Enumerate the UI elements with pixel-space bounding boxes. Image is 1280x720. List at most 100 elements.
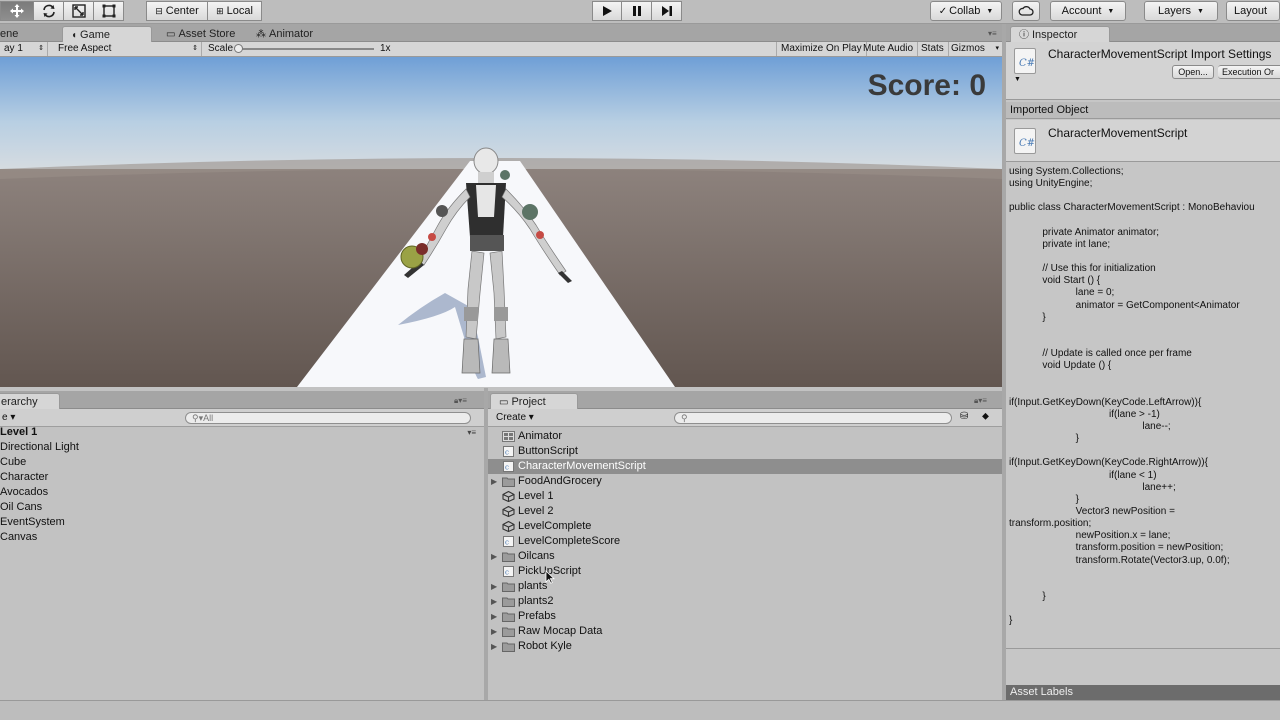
step-button[interactable] (652, 1, 682, 21)
folder-icon (502, 627, 515, 637)
svg-text:c: c (505, 569, 509, 577)
asset-labels-label: Asset Labels (1010, 686, 1073, 698)
code-line: transform.Rotate(Vector3.up, 0.0f); (1009, 554, 1230, 566)
tab-game[interactable]: ◖ Game (62, 26, 152, 42)
project-item[interactable]: ▶ plants2 (488, 594, 1002, 609)
expand-arrow-icon[interactable]: ▶ (491, 609, 497, 624)
maximize-on-play-toggle[interactable]: Maximize On Play (776, 42, 867, 56)
scale-tool-button[interactable] (64, 1, 94, 21)
panel-menu-icon[interactable]: ▾≡ (988, 29, 997, 38)
tab-hierarchy-label: erarchy (1, 396, 38, 408)
project-create-dropdown[interactable]: Create ▾ (492, 411, 538, 425)
tab-project[interactable]: ▭ Project (490, 393, 578, 409)
project-search-input[interactable]: ⚲ (674, 412, 952, 424)
csharp-script-icon: c (503, 566, 514, 577)
lock-icon[interactable]: 🔒︎▾≡ (974, 396, 987, 406)
move-tool-button[interactable] (0, 1, 34, 21)
asset-labels-bar[interactable]: Asset Labels (1006, 685, 1280, 700)
code-line: private int lane; (1009, 238, 1111, 250)
chevron-down-icon[interactable]: ▼ (1014, 76, 1021, 83)
csharp-file-icon: C# (1014, 128, 1036, 154)
display-dropdown[interactable]: ay 1 ⇕ (0, 42, 48, 56)
scale-label: Scale (208, 43, 234, 54)
pause-button[interactable] (622, 1, 652, 21)
code-line: private Animator animator; (1009, 226, 1160, 238)
stats-toggle[interactable]: Stats (917, 42, 949, 56)
hierarchy-create-dropdown[interactable]: e ▾ (0, 411, 19, 425)
hierarchy-search-input[interactable]: ⚲▾All (185, 412, 471, 424)
project-tab-strip: ▭ Project 🔒︎▾≡ (488, 391, 1002, 409)
scale-slider-track[interactable] (236, 48, 374, 50)
hierarchy-item[interactable]: Directional Light (0, 440, 79, 455)
lock-icon[interactable]: 🔒︎▾≡ (454, 396, 467, 406)
project-item[interactable]: Level 1 (488, 489, 1002, 504)
pivot-rotation-button[interactable]: ⊞ Local (208, 1, 262, 21)
imported-object-header-row: C# CharacterMovementScript (1006, 120, 1280, 162)
layers-dropdown[interactable]: Layers ▼ (1144, 1, 1218, 21)
hierarchy-item[interactable]: EventSystem (0, 515, 65, 530)
project-item[interactable]: c LevelCompleteScore (488, 534, 1002, 549)
tab-animator[interactable]: ⁂ Animator (248, 26, 321, 42)
play-button[interactable] (592, 1, 622, 21)
open-button[interactable]: Open... (1172, 65, 1214, 79)
search-icon: ⚲ (681, 413, 688, 423)
execution-order-button[interactable]: Execution Or (1218, 65, 1280, 79)
hierarchy-item[interactable]: Canvas (0, 530, 37, 545)
project-item[interactable]: c ButtonScript (488, 444, 1002, 459)
layout-dropdown[interactable]: Layout (1226, 1, 1280, 21)
project-item[interactable]: ▶ Prefabs (488, 609, 1002, 624)
project-item[interactable]: LevelComplete (488, 519, 1002, 534)
project-item[interactable]: ▶ Robot Kyle (488, 639, 1002, 654)
filter-by-label-icon[interactable]: ⬥ (982, 411, 989, 422)
expand-arrow-icon[interactable]: ▶ (491, 594, 497, 609)
pivot-icon: ⊟ (155, 5, 163, 16)
unity-scene-icon (502, 491, 515, 502)
project-item[interactable]: ▶ Oilcans (488, 549, 1002, 564)
tab-scene[interactable]: ene (0, 26, 26, 42)
hierarchy-item[interactable]: Oil Cans (0, 500, 42, 515)
cloud-services-button[interactable] (1012, 1, 1040, 21)
display-label: ay 1 (4, 43, 23, 54)
aspect-dropdown[interactable]: Free Aspect ⇕ (54, 42, 202, 56)
play-icon (603, 6, 612, 16)
rotate-tool-button[interactable] (34, 1, 64, 21)
expand-arrow-icon[interactable]: ▶ (491, 579, 497, 594)
project-item[interactable]: ▶ FoodAndGrocery (488, 474, 1002, 489)
gizmos-dropdown[interactable]: Gizmos ▾ (947, 42, 1002, 56)
hierarchy-item[interactable]: Cube (0, 455, 26, 470)
expand-arrow-icon[interactable]: ▶ (491, 474, 497, 489)
mute-audio-toggle[interactable]: Mute Audio (859, 42, 919, 56)
scale-slider-thumb[interactable] (234, 44, 243, 53)
tab-inspector[interactable]: ⓘ Inspector (1010, 26, 1110, 42)
collab-dropdown[interactable]: ✓ Collab ▼ (930, 1, 1002, 21)
rotate-icon (42, 4, 55, 18)
expand-arrow-icon[interactable]: ▶ (491, 639, 497, 654)
code-line: if(lane < 1) (1009, 469, 1157, 481)
pivot-center-button[interactable]: ⊟ Center (146, 1, 208, 21)
expand-arrow-icon[interactable]: ▶ (491, 624, 497, 639)
csharp-script-icon: c (503, 536, 514, 547)
tab-asset-store[interactable]: ▭ Asset Store (158, 26, 243, 42)
expand-arrow-icon[interactable]: ▶ (491, 549, 497, 564)
hierarchy-item[interactable]: Avocados (0, 485, 48, 500)
project-item[interactable]: ▶ Raw Mocap Data (488, 624, 1002, 639)
tab-hierarchy[interactable]: erarchy (0, 393, 60, 409)
filter-by-type-icon[interactable]: ⛁ (960, 411, 968, 422)
layout-group: Layout (1226, 1, 1280, 21)
info-icon: ⓘ (1019, 30, 1029, 41)
scene-header-row[interactable]: Level 1 ▾≡ (0, 425, 484, 440)
project-item[interactable]: ▶ plants (488, 579, 1002, 594)
project-item[interactable]: c PickUpScript (488, 564, 1002, 579)
rect-tool-button[interactable] (94, 1, 124, 21)
project-item[interactable]: Level 2 (488, 504, 1002, 519)
project-item[interactable]: Animator (488, 429, 1002, 444)
game-viewport[interactable]: Score: 0 (0, 57, 1002, 387)
scene-menu-icon[interactable]: ▾≡ (467, 425, 476, 440)
project-item-selected[interactable]: c CharacterMovementScript (488, 459, 1002, 474)
hierarchy-item[interactable]: Character (0, 470, 48, 485)
account-dropdown[interactable]: Account ▼ (1050, 1, 1126, 21)
